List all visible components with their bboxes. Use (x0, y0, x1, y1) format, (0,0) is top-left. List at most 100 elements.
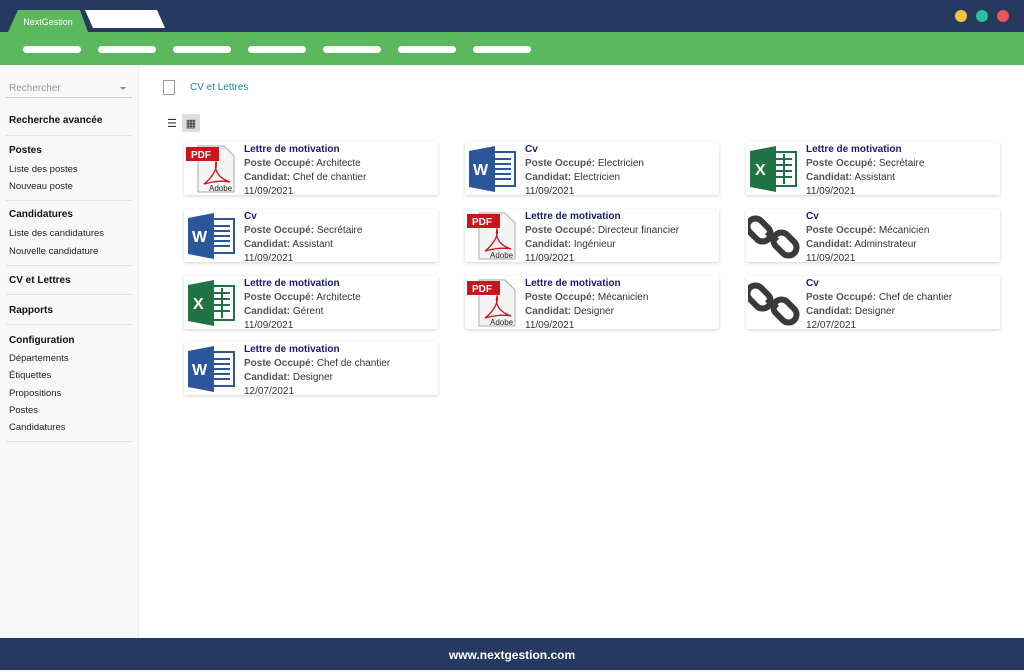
excel-file-icon: X (748, 144, 800, 193)
card-date: 11/09/2021 (525, 186, 575, 197)
section-postes: Postes (9, 145, 42, 156)
card-candidat: Candidat: Chef de chantier (244, 172, 367, 183)
document-card[interactable]: W Cv Poste Occupé: Secrétaire Candidat: … (184, 209, 438, 264)
card-poste: Poste Occupé: Electricien (525, 158, 644, 169)
sidebar-item-etiquettes[interactable]: Étiquettes (9, 370, 51, 381)
card-poste: Poste Occupé: Architecte (244, 292, 361, 303)
close-button[interactable] (997, 10, 1009, 22)
card-candidat: Candidat: Assistant (806, 172, 895, 183)
card-date: 12/07/2021 (244, 386, 295, 397)
card-poste: Poste Occupé: Secrétaire (244, 225, 363, 236)
card-title[interactable]: Cv (806, 210, 929, 224)
sidebar-item-nouveau-poste[interactable]: Nouveau poste (9, 181, 73, 192)
card-candidat: Candidat: Ingénieur (525, 239, 616, 250)
document-card[interactable]: W Lettre de motivation Poste Occupé: Che… (184, 342, 438, 397)
pdf-file-icon: PDF Adobe (467, 278, 519, 327)
card-date: 11/09/2021 (806, 253, 856, 264)
card-title[interactable]: Lettre de motivation (244, 143, 366, 157)
card-candidat: Candidat: Designer (525, 306, 614, 317)
minimize-button[interactable] (955, 10, 967, 22)
svg-text:Adobe: Adobe (490, 251, 514, 260)
card-title[interactable]: Cv (525, 143, 644, 157)
menu-item[interactable] (173, 46, 231, 53)
document-icon (163, 80, 175, 95)
card-title[interactable]: Lettre de motivation (806, 143, 924, 157)
grid-view-button[interactable]: ▦ (182, 114, 200, 132)
tab-blank[interactable] (85, 10, 165, 28)
card-date: 11/09/2021 (525, 253, 575, 264)
chevron-down-icon (120, 87, 126, 93)
svg-text:W: W (192, 362, 208, 379)
sidebar-item-departements[interactable]: Départements (9, 353, 69, 364)
card-poste: Poste Occupé: Chef de chantier (806, 292, 953, 303)
card-candidat: Candidat: Designer (244, 372, 333, 383)
document-card[interactable]: PDF Adobe Lettre de motivation Poste Occu… (465, 209, 719, 264)
card-candidat: Candidat: Assistant (244, 239, 333, 250)
svg-text:X: X (193, 296, 204, 313)
sidebar-item-candidatures[interactable]: Candidatures (9, 422, 66, 433)
sidebar-item-propositions[interactable]: Propositions (9, 388, 61, 399)
section-candidatures: Candidatures (9, 209, 73, 220)
svg-text:Adobe: Adobe (490, 318, 514, 327)
document-card[interactable]: W Cv Poste Occupé: Electricien Candidat:… (465, 142, 719, 197)
card-poste: Poste Occupé: Architecte (244, 158, 361, 169)
card-date: 11/09/2021 (525, 320, 575, 331)
sidebar-item-cv-lettres[interactable]: CV et Lettres (9, 275, 71, 286)
document-card[interactable]: PDF Adobe Lettre de motivation Poste Occu… (184, 142, 438, 197)
section-configuration: Configuration (9, 335, 75, 346)
document-card[interactable]: X Lettre de motivation Poste Occupé: Sec… (746, 142, 1000, 197)
svg-text:W: W (192, 229, 208, 246)
svg-text:PDF: PDF (472, 284, 492, 295)
card-poste: Poste Occupé: Directeur financier (525, 225, 679, 236)
maximize-button[interactable] (976, 10, 988, 22)
svg-text:PDF: PDF (191, 150, 211, 161)
list-view-button[interactable]: ☰ (163, 114, 181, 132)
menu-item[interactable] (23, 46, 81, 53)
search-input[interactable]: Rechercher (6, 77, 132, 98)
link-file-icon (744, 211, 800, 260)
menu-item[interactable] (473, 46, 531, 53)
pdf-file-icon: PDF Adobe (186, 144, 238, 193)
document-card[interactable]: Cv Poste Occupé: Chef de chantier Candid… (744, 276, 1000, 331)
document-card[interactable]: Cv Poste Occupé: Mécanicien Candidat: Ad… (744, 209, 1000, 264)
card-candidat: Candidat: Gérent (244, 306, 324, 317)
card-poste: Poste Occupé: Mécanicien (525, 292, 649, 303)
card-candidat: Candidat: Electricien (525, 172, 621, 183)
card-title[interactable]: Cv (806, 277, 952, 291)
menu-item[interactable] (398, 46, 456, 53)
card-date: 11/09/2021 (244, 320, 294, 331)
card-title[interactable]: Cv (244, 210, 362, 224)
sidebar-item-nouvelle-candidature[interactable]: Nouvelle candidature (9, 246, 98, 257)
card-date: 11/09/2021 (244, 253, 294, 264)
svg-text:PDF: PDF (472, 217, 492, 228)
card-poste: Poste Occupé: Chef de chantier (244, 358, 391, 369)
document-card[interactable]: PDF Adobe Lettre de motivation Poste Occu… (465, 276, 719, 331)
word-file-icon: W (186, 344, 238, 393)
card-title[interactable]: Lettre de motivation (525, 210, 679, 224)
word-file-icon: W (186, 211, 238, 260)
menu-item[interactable] (248, 46, 306, 53)
tab-nextgestion[interactable]: NextGestion (8, 10, 88, 32)
sidebar-item-rapports[interactable]: Rapports (9, 305, 53, 316)
svg-text:X: X (755, 162, 766, 179)
excel-file-icon: X (186, 278, 238, 327)
menu-item[interactable] (98, 46, 156, 53)
sidebar-item-liste-candidatures[interactable]: Liste des candidatures (9, 228, 104, 239)
advanced-search-link[interactable]: Recherche avancée (9, 115, 102, 126)
card-date: 11/09/2021 (806, 186, 856, 197)
document-card[interactable]: X Lettre de motivation Poste Occupé: Arc… (184, 276, 438, 331)
menu-item[interactable] (323, 46, 381, 53)
card-candidat: Candidat: Designer (806, 306, 895, 317)
card-title[interactable]: Lettre de motivation (525, 277, 648, 291)
card-date: 11/09/2021 (244, 186, 294, 197)
sidebar-item-postes[interactable]: Postes (9, 405, 38, 416)
card-title[interactable]: Lettre de motivation (244, 277, 361, 291)
card-date: 12/07/2021 (806, 320, 857, 331)
sidebar-item-liste-postes[interactable]: Liste des postes (9, 164, 78, 175)
card-title[interactable]: Lettre de motivation (244, 343, 390, 357)
link-file-icon (744, 278, 800, 327)
card-poste: Poste Occupé: Secrétaire (806, 158, 925, 169)
breadcrumb[interactable]: CV et Lettres (190, 82, 248, 93)
pdf-file-icon: PDF Adobe (467, 211, 519, 260)
word-file-icon: W (467, 144, 519, 193)
